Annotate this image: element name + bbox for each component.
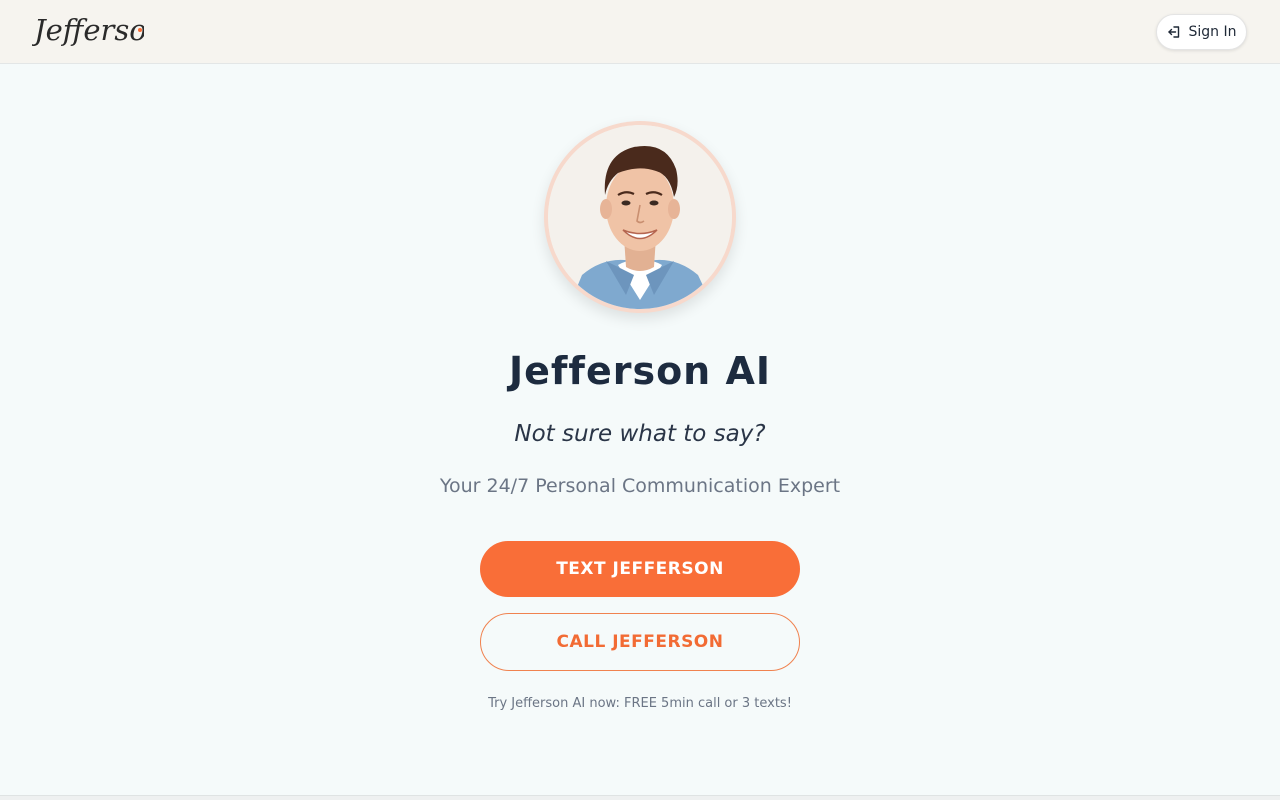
top-bar: Jefferson Sign In	[0, 0, 1280, 64]
avatar-frame	[544, 121, 736, 313]
tagline: Not sure what to say?	[514, 421, 766, 447]
subtitle: Your 24/7 Personal Communication Expert	[439, 475, 841, 497]
bottom-divider	[0, 795, 1280, 800]
jefferson-logo[interactable]: Jefferson	[29, 10, 165, 54]
call-jefferson-button[interactable]: CALL JEFFERSON	[480, 613, 800, 671]
text-jefferson-button[interactable]: TEXT JEFFERSON	[480, 541, 800, 597]
sign-in-button[interactable]: Sign In	[1156, 14, 1247, 50]
sign-in-label: Sign In	[1188, 24, 1237, 40]
main-content: Jefferson AI Not sure what to say? Your …	[0, 65, 1280, 795]
page-title: Jefferson AI	[508, 349, 772, 393]
logo-wordmark: Jefferson	[32, 13, 144, 47]
sign-in-icon	[1167, 25, 1181, 39]
free-trial-note: Try Jefferson AI now: FREE 5min call or …	[488, 696, 792, 711]
avatar	[548, 125, 732, 309]
